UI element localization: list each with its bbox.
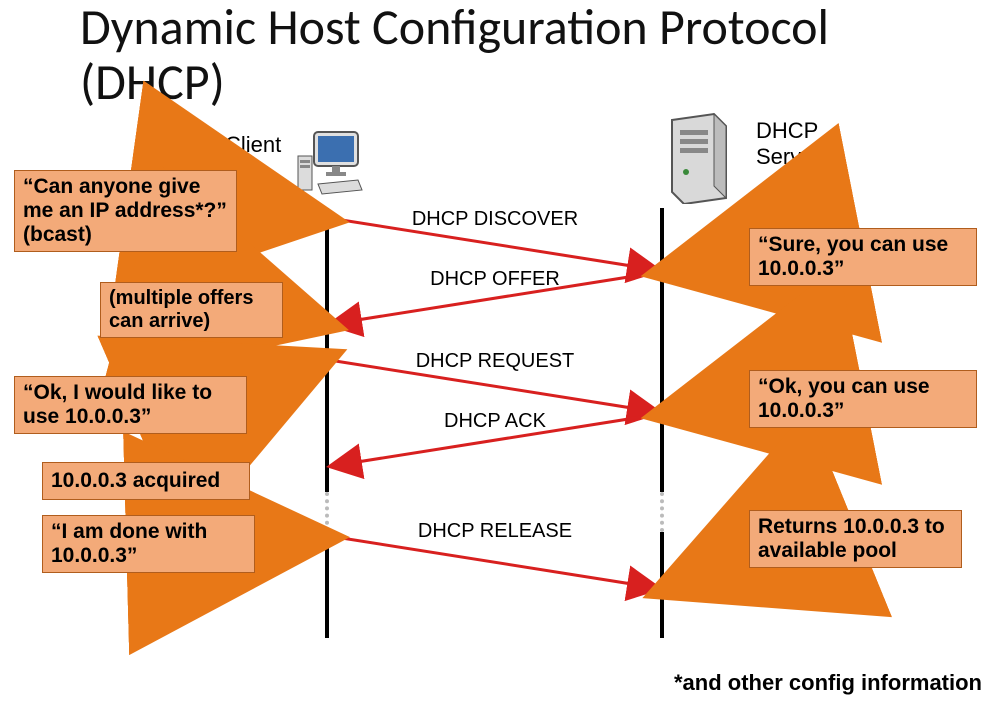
msg-release: DHCP RELEASE bbox=[325, 520, 665, 543]
callout-ack: “Ok, you can use 10.0.0.3” bbox=[749, 370, 977, 428]
msg-discover: DHCP DISCOVER bbox=[325, 208, 665, 231]
server-label: DHCP Server bbox=[756, 118, 876, 171]
callout-offer: “Sure, you can use 10.0.0.3” bbox=[749, 228, 977, 286]
slide-title: Dynamic Host Configuration Protocol (DHC… bbox=[80, 0, 960, 110]
client-label: Client bbox=[225, 132, 281, 158]
callout-return: Returns 10.0.0.3 to available pool bbox=[749, 510, 962, 568]
msg-request: DHCP REQUEST bbox=[325, 350, 665, 373]
server-tower-icon bbox=[660, 112, 738, 204]
callout-request: “Ok, I would like to use 10.0.0.3” bbox=[14, 376, 247, 434]
footnote: *and other config information bbox=[674, 670, 982, 696]
callout-done: “I am done with 10.0.0.3” bbox=[42, 515, 255, 573]
msg-ack: DHCP ACK bbox=[325, 410, 665, 433]
callout-acquired: 10.0.0.3 acquired bbox=[42, 462, 250, 500]
msg-offer: DHCP OFFER bbox=[325, 268, 665, 291]
dhcp-sequence-diagram: Dynamic Host Configuration Protocol (DHC… bbox=[0, 0, 992, 704]
callout-discover: “Can anyone give me an IP address*?” (bc… bbox=[14, 170, 237, 252]
client-computer-icon bbox=[296, 128, 366, 198]
callout-multiple-offers: (multiple offers can arrive) bbox=[100, 282, 283, 338]
